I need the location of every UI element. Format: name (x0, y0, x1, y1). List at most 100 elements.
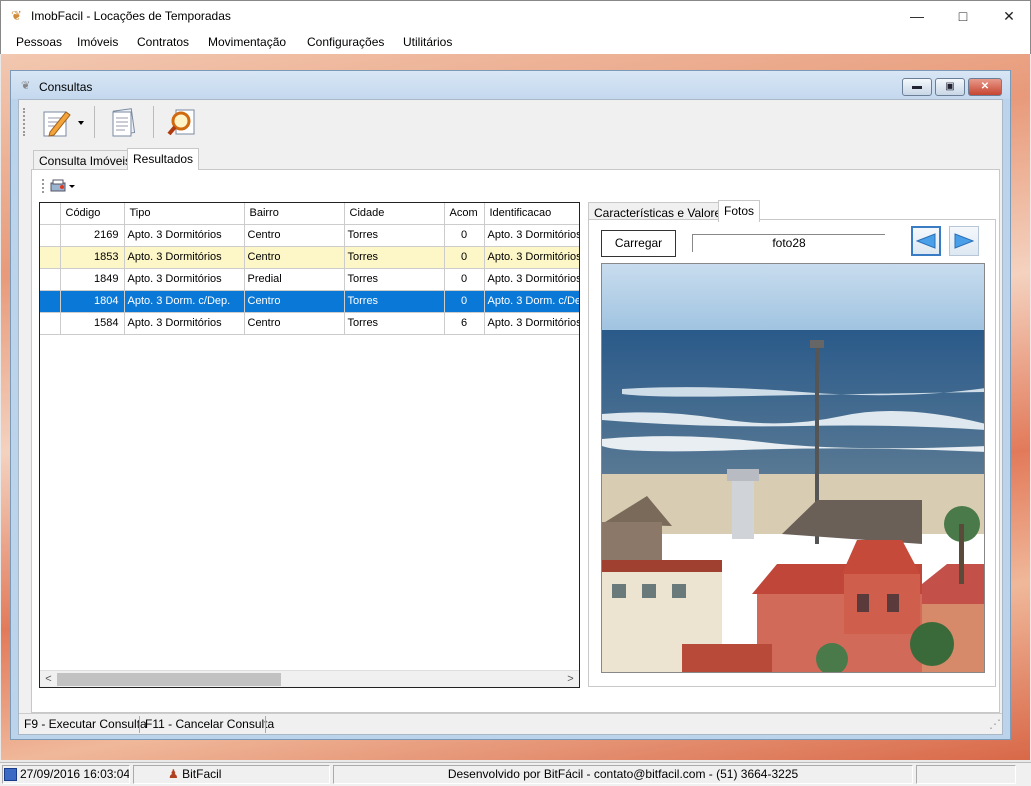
column-header-codigo[interactable]: Código (60, 203, 125, 225)
menu-movimentacao[interactable]: Movimentação (208, 35, 286, 49)
table-row[interactable]: 1853 Apto. 3 Dormitórios Centro Torres 0… (40, 246, 579, 269)
menu-contratos[interactable]: Contratos (137, 35, 189, 49)
child-close-button[interactable]: ✕ (968, 78, 1002, 96)
column-header-acom[interactable]: Acom (444, 203, 485, 225)
scroll-left-icon[interactable]: < (40, 671, 57, 687)
pencil-edit-icon (43, 111, 84, 137)
empty-panel (916, 765, 1016, 784)
column-header-bairro[interactable]: Bairro (244, 203, 345, 225)
cell-tipo: Apto. 3 Dormitórios (124, 312, 245, 335)
calendar-icon (4, 768, 17, 781)
consultas-statusbar: F9 - Executar Consulta F11 - Cancelar Co… (19, 713, 1002, 734)
next-photo-button[interactable] (949, 226, 979, 256)
status-f9: F9 - Executar Consulta (24, 717, 147, 731)
arrow-right-icon (954, 233, 974, 249)
cell-identificacao: Apto. 3 Dorm. c/Dep. (484, 290, 579, 313)
menu-pessoas[interactable]: Pessoas (16, 35, 62, 49)
company-panel: ♟ BitFacil (133, 765, 330, 784)
document-button[interactable] (105, 105, 141, 139)
fotos-panel: Carregar foto28 (588, 219, 996, 687)
edit-dropdown-button[interactable] (35, 105, 89, 139)
toolbar (19, 100, 1002, 144)
tab-consulta-imoveis[interactable]: Consulta Imóveis (33, 150, 138, 170)
resize-grip-icon[interactable]: ⋰ (989, 717, 1001, 731)
child-maximize-button[interactable]: ▣ (935, 78, 965, 96)
export-dropdown-icon[interactable] (50, 179, 76, 193)
results-grid[interactable]: Código Tipo Bairro Cidade Acom Identific… (39, 202, 580, 688)
maximize-button[interactable]: □ (940, 1, 986, 31)
cell-codigo: 1849 (60, 268, 125, 291)
toolbar-grip (23, 108, 25, 136)
cell-bairro: Centro (244, 224, 345, 247)
table-row[interactable]: 2169 Apto. 3 Dormitórios Centro Torres 0… (40, 224, 579, 247)
table-row[interactable]: 1584 Apto. 3 Dormitórios Centro Torres 6… (40, 312, 579, 335)
menu-bar: Pessoas Imóveis Contratos Movimentação C… (0, 30, 1031, 54)
row-indicator-header (40, 203, 61, 225)
child-minimize-button[interactable]: ▬ (902, 78, 932, 96)
tab-resultados[interactable]: Resultados (127, 148, 200, 170)
magnifier-document-icon (167, 109, 195, 136)
cell-cidade: Torres (344, 246, 445, 269)
column-header-cidade[interactable]: Cidade (344, 203, 445, 225)
app-statusbar: 27/09/2016 16:03:04 ♟ BitFacil Desenvolv… (0, 762, 1031, 786)
cell-tipo: Apto. 3 Dormitórios (124, 246, 245, 269)
company-text: BitFacil (182, 767, 222, 781)
cell-acom: 0 (444, 224, 485, 247)
info-panel: Desenvolvido por BitFácil - contato@bitf… (333, 765, 913, 784)
cell-tipo: Apto. 3 Dormitórios (124, 224, 245, 247)
cell-cidade: Torres (344, 290, 445, 313)
cell-bairro: Centro (244, 312, 345, 335)
consultas-title: Consultas (39, 80, 93, 94)
cell-acom: 6 (444, 312, 485, 335)
cell-bairro: Predial (244, 268, 345, 291)
cell-codigo: 1853 (60, 246, 125, 269)
grid-header: Código Tipo Bairro Cidade Acom Identific… (40, 203, 579, 225)
property-photo (601, 263, 985, 673)
document-icon (112, 108, 136, 137)
horizontal-scrollbar[interactable]: < > (40, 670, 579, 687)
datetime-panel: 27/09/2016 16:03:04 (2, 765, 130, 784)
cell-tipo: Apto. 3 Dormitórios (124, 268, 245, 291)
status-f11: F11 - Cancelar Consulta (145, 717, 275, 731)
window-titlebar: ❦ ImobFacil - Locações de Temporadas — □… (0, 0, 1031, 30)
consultas-titlebar: ❦ Consultas ▬ ▣ ✕ (11, 71, 1010, 99)
cell-cidade: Torres (344, 224, 445, 247)
cell-identificacao: Apto. 3 Dormitórios (484, 268, 579, 291)
scroll-right-icon[interactable]: > (562, 671, 579, 687)
carregar-button[interactable]: Carregar (601, 230, 676, 257)
cell-acom: 0 (444, 246, 485, 269)
menu-imoveis[interactable]: Imóveis (77, 35, 118, 49)
cell-identificacao: Apto. 3 Dormitórios (484, 312, 579, 335)
cell-identificacao: Apto. 3 Dormitórios (484, 246, 579, 269)
table-row-selected[interactable]: 1804 Apto. 3 Dorm. c/Dep. Centro Torres … (40, 290, 579, 313)
cell-cidade: Torres (344, 268, 445, 291)
cell-codigo: 1584 (60, 312, 125, 335)
app-icon: ❦ (11, 8, 22, 23)
close-button[interactable]: ✕ (986, 1, 1031, 31)
consultas-body: Consulta Imóveis Resultados Código Tipo … (18, 99, 1003, 735)
users-icon: ♟ (168, 767, 179, 781)
column-header-tipo[interactable]: Tipo (124, 203, 245, 225)
cell-bairro: Centro (244, 290, 345, 313)
cell-codigo: 1804 (60, 290, 125, 313)
minimize-button[interactable]: — (894, 1, 940, 31)
cell-codigo: 2169 (60, 224, 125, 247)
cell-acom: 0 (444, 290, 485, 313)
table-row[interactable]: 1849 Apto. 3 Dormitórios Predial Torres … (40, 268, 579, 291)
search-button[interactable] (164, 105, 200, 139)
window-title: ImobFacil - Locações de Temporadas (31, 9, 231, 23)
resultados-page: Código Tipo Bairro Cidade Acom Identific… (31, 169, 1000, 713)
cell-acom: 0 (444, 268, 485, 291)
foto-name-label: foto28 (692, 234, 885, 252)
arrow-left-icon (916, 233, 936, 249)
tab-fotos[interactable]: Fotos (718, 200, 761, 222)
cell-identificacao: Apto. 3 Dormitórios (484, 224, 579, 247)
menu-utilitarios[interactable]: Utilitários (403, 35, 452, 49)
export-toolbar (42, 176, 82, 196)
column-header-identificacao[interactable]: Identificacao (484, 203, 579, 225)
scroll-thumb[interactable] (57, 673, 281, 686)
beach-photo-image (602, 264, 984, 672)
previous-photo-button[interactable] (911, 226, 941, 256)
menu-configuracoes[interactable]: Configurações (307, 35, 384, 49)
consultas-window: ❦ Consultas ▬ ▣ ✕ Consulta Imóveis Resul… (10, 70, 1011, 740)
